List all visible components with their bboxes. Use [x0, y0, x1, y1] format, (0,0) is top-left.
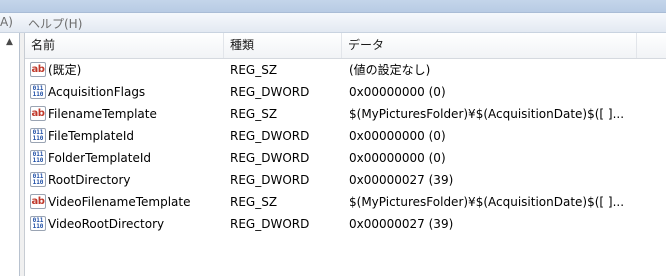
value-data: $(MyPicturesFolder)¥$(AcquisitionDate)$(… — [349, 195, 625, 209]
value-type: REG_DWORD — [230, 85, 310, 99]
table-row[interactable]: 011 110 FileTemplateId REG_DWORD 0x00000000… — [25, 125, 666, 147]
value-type: REG_DWORD — [230, 173, 310, 187]
binary-value-icon: 011 110 — [30, 128, 46, 143]
value-type: REG_SZ — [230, 195, 278, 209]
values-list[interactable]: 名前 種類 データ ab (既定) REG_SZ (値の設定なし) 011 110 Acq… — [25, 33, 666, 276]
value-data: 0x00000027 (39) — [349, 173, 454, 187]
value-data: $(MyPicturesFolder)¥$(AcquisitionDate)$(… — [349, 107, 625, 121]
table-row[interactable]: ab FilenameTemplate REG_SZ $(MyPicturesFold… — [25, 103, 666, 125]
value-name: VideoRootDirectory — [48, 217, 165, 231]
table-row[interactable]: 011 110 FolderTemplateId REG_DWORD 0x000000… — [25, 147, 666, 169]
binary-value-icon: 011 110 — [30, 150, 46, 165]
table-row[interactable]: 011 110 VideoRootDirectory REG_DWORD 0x0000… — [25, 213, 666, 235]
column-header-type[interactable]: 種類 — [224, 33, 342, 58]
scroll-up-icon[interactable]: ▲ — [2, 35, 17, 50]
binary-value-icon: 011 110 — [30, 172, 46, 187]
key-tree-pane[interactable]: ▲ — [0, 33, 20, 276]
value-type: REG_DWORD — [230, 129, 310, 143]
table-row[interactable]: ab (既定) REG_SZ (値の設定なし) — [25, 59, 666, 81]
value-data: (値の設定なし) — [349, 63, 431, 77]
value-name: RootDirectory — [48, 173, 131, 187]
value-name: FilenameTemplate — [48, 107, 157, 121]
value-data: 0x00000000 (0) — [349, 85, 446, 99]
value-type: REG_DWORD — [230, 151, 310, 165]
value-name: FileTemplateId — [48, 129, 134, 143]
value-name: VideoFilenameTemplate — [48, 195, 191, 209]
value-type: REG_DWORD — [230, 217, 310, 231]
value-name: (既定) — [48, 63, 82, 77]
value-rows: ab (既定) REG_SZ (値の設定なし) 011 110 AcquisitionFl… — [25, 59, 666, 235]
binary-value-icon: 011 110 — [30, 216, 46, 231]
column-header-filler — [637, 33, 666, 58]
title-bar — [0, 0, 666, 13]
value-name: AcquisitionFlags — [48, 85, 146, 99]
registry-editor-window: A) ヘルプ(H) ▲ 名前 種類 データ ab (既定) REG_SZ (値の設定な… — [0, 0, 666, 276]
string-value-icon: ab — [30, 62, 46, 77]
list-header: 名前 種類 データ — [25, 33, 666, 59]
value-type: REG_SZ — [230, 107, 278, 121]
string-value-icon: ab — [30, 106, 46, 121]
table-row[interactable]: 011 110 RootDirectory REG_DWORD 0x00000027 … — [25, 169, 666, 191]
menu-item-help[interactable]: ヘルプ(H) — [28, 15, 82, 32]
column-header-name[interactable]: 名前 — [25, 33, 224, 58]
value-type: REG_SZ — [230, 63, 278, 77]
column-header-data[interactable]: データ — [342, 33, 637, 58]
value-data: 0x00000000 (0) — [349, 151, 446, 165]
table-row[interactable]: 011 110 AcquisitionFlags REG_DWORD 0x000000… — [25, 81, 666, 103]
binary-value-icon: 011 110 — [30, 84, 46, 99]
value-data: 0x00000027 (39) — [349, 217, 454, 231]
value-name: FolderTemplateId — [48, 151, 151, 165]
menu-item-partial[interactable]: A) — [0, 15, 13, 29]
string-value-icon: ab — [30, 194, 46, 209]
menu-bar: A) ヘルプ(H) — [0, 13, 666, 33]
value-data: 0x00000000 (0) — [349, 129, 446, 143]
table-row[interactable]: ab VideoFilenameTemplate REG_SZ $(MyPicture… — [25, 191, 666, 213]
